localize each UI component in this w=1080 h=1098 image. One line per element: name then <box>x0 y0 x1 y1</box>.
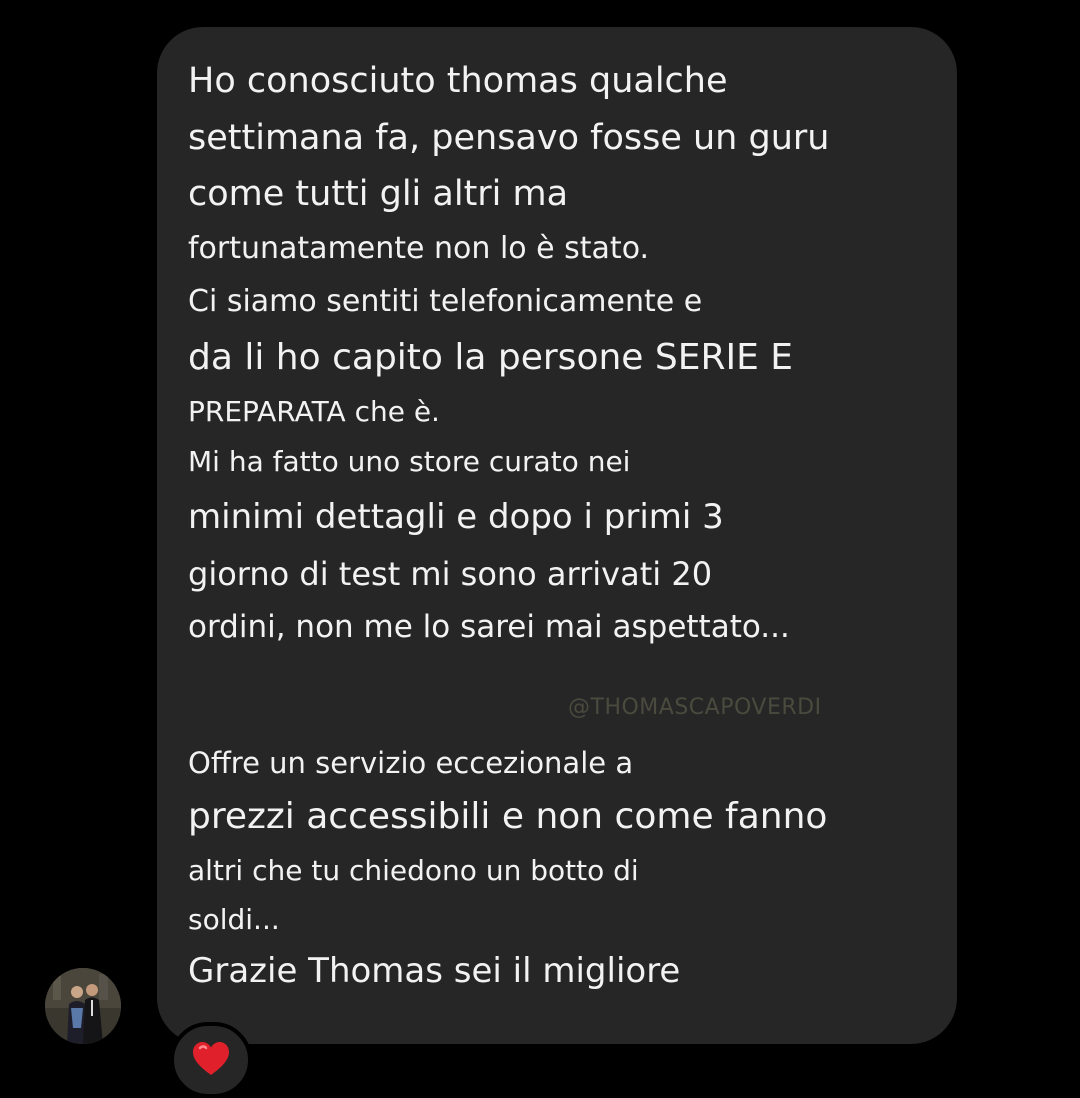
message-line: minimi dettagli e dopo i primi 3 <box>188 497 724 537</box>
message-line: Ci siamo sentiti telefonicamente e <box>188 284 703 319</box>
message-line: giorno di test mi sono arrivati 20 <box>188 555 713 593</box>
message-line: altri che tu chiedono un botto di <box>188 854 639 887</box>
message-line: prezzi accessibili e non come fanno <box>188 796 828 837</box>
message-line: Mi ha fatto uno store curato nei <box>188 445 631 478</box>
heart-reaction[interactable] <box>170 1022 252 1098</box>
message-line: fortunatamente non lo è stato. <box>188 231 650 266</box>
sender-avatar[interactable] <box>45 968 121 1044</box>
red-heart-icon <box>193 1042 229 1075</box>
message-line: Ho conosciuto thomas qualche <box>188 61 728 101</box>
message-line: Offre un servizio eccezionale a <box>188 746 634 780</box>
message-line: da li ho capito la persone SERIE E <box>188 337 794 378</box>
message-line: come tutti gli altri ma <box>188 174 569 214</box>
message-line: settimana fa, pensavo fosse un guru <box>188 118 830 158</box>
message-line: ordini, non me lo sarei mai aspettato... <box>188 609 790 645</box>
message-line: Grazie Thomas sei il migliore <box>188 951 681 991</box>
avatar-photo-icon <box>45 968 121 1044</box>
message-line: PREPARATA che è. <box>188 395 440 428</box>
message-line: soldi... <box>188 903 280 936</box>
watermark-handle: @THOMASCAPOVERDI <box>568 695 822 720</box>
